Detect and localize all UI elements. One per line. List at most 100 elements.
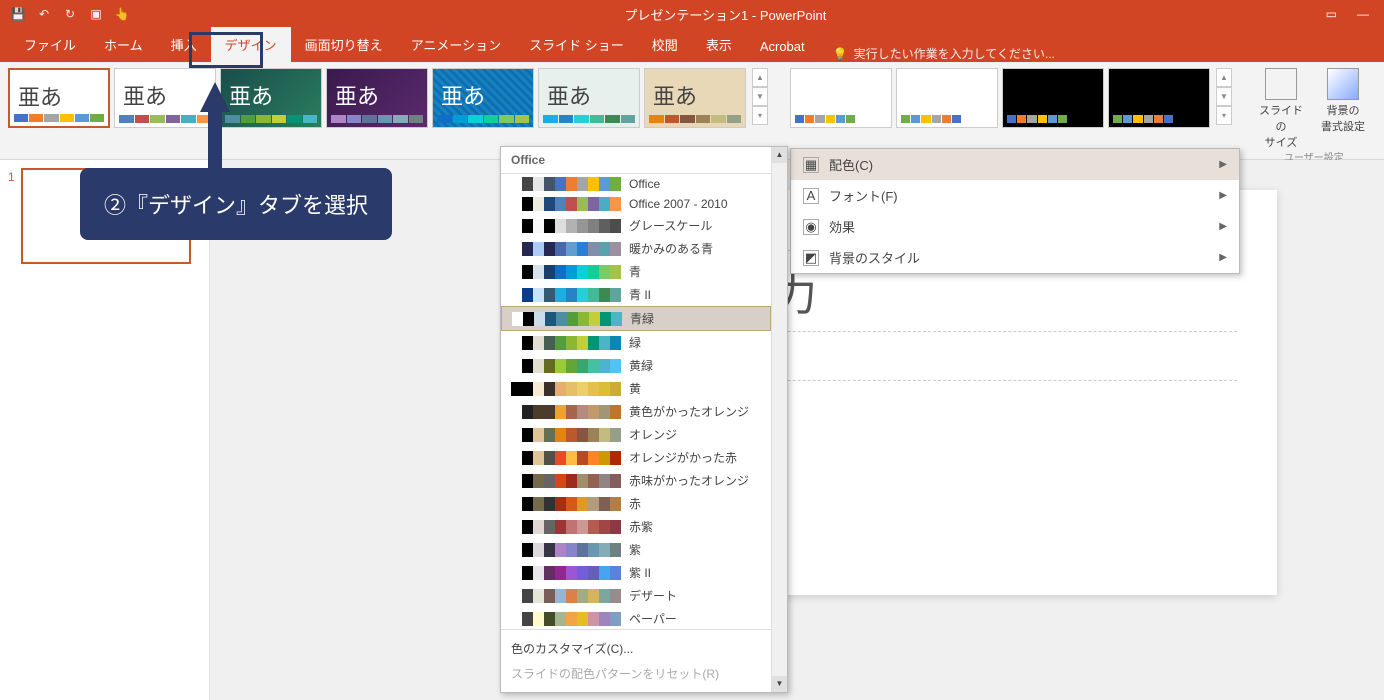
- color-scheme-item[interactable]: 黄: [501, 377, 771, 400]
- tab-home[interactable]: ホーム: [90, 27, 157, 62]
- variant-2[interactable]: [896, 68, 998, 128]
- customize-group: スライドの サイズ 背景の 書式設定 ユーザー設定: [1254, 68, 1370, 166]
- color-scheme-item[interactable]: Office 2007 - 2010: [501, 194, 771, 214]
- annotation-highlight: [189, 32, 263, 68]
- color-scheme-label: 黄緑: [629, 357, 653, 374]
- scroll-up-icon[interactable]: ▲: [772, 147, 787, 163]
- theme-4[interactable]: 亜あ: [326, 68, 428, 128]
- color-scheme-item[interactable]: 赤味がかったオレンジ: [501, 469, 771, 492]
- variant-down-icon[interactable]: ▼: [1216, 87, 1232, 106]
- chevron-right-icon: ▶: [1219, 159, 1227, 170]
- theme-7[interactable]: 亜あ: [644, 68, 746, 128]
- variant-dropdown: ▦配色(C)▶ Aフォント(F)▶ ◉効果▶ ◩背景のスタイル▶: [790, 148, 1240, 274]
- color-swatches: [511, 497, 621, 511]
- theme-3[interactable]: 亜あ: [220, 68, 322, 128]
- color-scheme-label: オレンジ: [629, 426, 677, 443]
- fonts-icon: A: [803, 188, 819, 204]
- color-scheme-item[interactable]: デザート: [501, 584, 771, 607]
- menu-bgstyles[interactable]: ◩背景のスタイル▶: [791, 242, 1239, 273]
- redo-icon[interactable]: ↻: [62, 6, 78, 22]
- chevron-right-icon: ▶: [1219, 190, 1227, 201]
- color-scheme-item[interactable]: ペーパー: [501, 607, 771, 629]
- color-scheme-item[interactable]: グレースケール: [501, 214, 771, 237]
- color-scheme-label: 黄: [629, 380, 641, 397]
- variant-1[interactable]: [790, 68, 892, 128]
- effects-icon: ◉: [803, 219, 819, 235]
- tab-acrobat[interactable]: Acrobat: [746, 31, 819, 62]
- color-scheme-item[interactable]: 紫: [501, 538, 771, 561]
- slide-size-button[interactable]: スライドの サイズ: [1254, 68, 1308, 150]
- color-scheme-label: 紫: [629, 541, 641, 558]
- color-swatches: [511, 359, 621, 373]
- tab-transitions[interactable]: 画面切り替え: [291, 27, 397, 62]
- tab-animations[interactable]: アニメーション: [397, 27, 515, 62]
- color-swatches: [511, 451, 621, 465]
- color-scheme-label: デザート: [629, 587, 677, 604]
- tab-view[interactable]: 表示: [692, 27, 746, 62]
- color-scheme-item[interactable]: 青: [501, 260, 771, 283]
- scrollbar[interactable]: ▲ ▼: [771, 147, 787, 692]
- color-scheme-label: グレースケール: [629, 217, 712, 234]
- theme-gallery: 亜あ 亜あ 亜あ 亜あ 亜あ 亜あ 亜あ: [8, 68, 746, 128]
- variant-3[interactable]: [1002, 68, 1104, 128]
- menu-fonts[interactable]: Aフォント(F)▶: [791, 180, 1239, 211]
- color-scheme-item[interactable]: オレンジがかった赤: [501, 446, 771, 469]
- tab-slideshow[interactable]: スライド ショー: [515, 27, 638, 62]
- menu-effects[interactable]: ◉効果▶: [791, 211, 1239, 242]
- color-scheme-item[interactable]: オレンジ: [501, 423, 771, 446]
- variant-up-icon[interactable]: ▲: [1216, 68, 1232, 87]
- color-scheme-item[interactable]: 青 II: [501, 283, 771, 306]
- gallery-more-icon[interactable]: ▾: [752, 106, 768, 125]
- color-swatches: [511, 177, 621, 191]
- tab-review[interactable]: 校閲: [638, 27, 692, 62]
- color-scheme-label: 青: [629, 263, 641, 280]
- tell-me-text: 実行したい作業を入力してください...: [854, 45, 1055, 62]
- tab-file[interactable]: ファイル: [10, 27, 90, 62]
- reset-colors[interactable]: スライドの配色パターンをリセット(R): [511, 661, 761, 686]
- variant-more-icon[interactable]: ▾: [1216, 106, 1232, 125]
- tell-me[interactable]: 💡 実行したい作業を入力してください...: [833, 45, 1055, 62]
- undo-icon[interactable]: ↶: [36, 6, 52, 22]
- color-scheme-label: 青 II: [629, 286, 651, 303]
- color-swatches: [511, 405, 621, 419]
- minimize-icon[interactable]: —: [1357, 7, 1369, 21]
- color-scheme-item[interactable]: 黄色がかったオレンジ: [501, 400, 771, 423]
- scroll-down-icon[interactable]: ▼: [772, 676, 787, 692]
- touch-icon[interactable]: 👆: [114, 6, 130, 22]
- chevron-right-icon: ▶: [1219, 221, 1227, 232]
- gallery-up-icon[interactable]: ▲: [752, 68, 768, 87]
- ribbon-options-icon[interactable]: ▭: [1326, 7, 1337, 21]
- annotation-callout: ②『デザイン』タブを選択: [80, 168, 392, 240]
- variant-4[interactable]: [1108, 68, 1210, 128]
- format-background-button[interactable]: 背景の 書式設定: [1316, 68, 1370, 134]
- color-swatches: [511, 428, 621, 442]
- color-menu-footer: 色のカスタマイズ(C)... スライドの配色パターンをリセット(R): [501, 629, 771, 692]
- gallery-down-icon[interactable]: ▼: [752, 87, 768, 106]
- color-scheme-item[interactable]: Office: [501, 174, 771, 194]
- menu-colors[interactable]: ▦配色(C)▶: [791, 149, 1239, 180]
- color-swatches: [511, 612, 621, 626]
- color-swatches: [511, 520, 621, 534]
- customize-colors[interactable]: 色のカスタマイズ(C)...: [511, 636, 761, 661]
- color-scheme-item[interactable]: 紫 II: [501, 561, 771, 584]
- color-scheme-label: 紫 II: [629, 564, 651, 581]
- bgstyles-icon: ◩: [803, 250, 819, 266]
- slide-size-icon: [1265, 68, 1297, 100]
- color-scheme-item[interactable]: 赤紫: [501, 515, 771, 538]
- color-scheme-item[interactable]: 青緑: [501, 306, 771, 331]
- color-scheme-item[interactable]: 暖かみのある青: [501, 237, 771, 260]
- color-scheme-label: 暖かみのある青: [629, 240, 713, 257]
- slideshow-icon[interactable]: ▣: [88, 6, 104, 22]
- annotation-arrow-icon: [200, 82, 230, 172]
- color-scheme-list: OfficeOffice 2007 - 2010グレースケール暖かみのある青青青…: [501, 174, 771, 629]
- color-scheme-item[interactable]: 緑: [501, 331, 771, 354]
- theme-office[interactable]: 亜あ: [8, 68, 110, 128]
- color-scheme-label: ペーパー: [629, 610, 677, 627]
- theme-5[interactable]: 亜あ: [432, 68, 534, 128]
- color-swatches: [511, 219, 621, 233]
- slide-thumbnails: 1: [0, 160, 210, 700]
- color-scheme-item[interactable]: 赤: [501, 492, 771, 515]
- color-scheme-item[interactable]: 黄緑: [501, 354, 771, 377]
- save-icon[interactable]: 💾: [10, 6, 26, 22]
- theme-6[interactable]: 亜あ: [538, 68, 640, 128]
